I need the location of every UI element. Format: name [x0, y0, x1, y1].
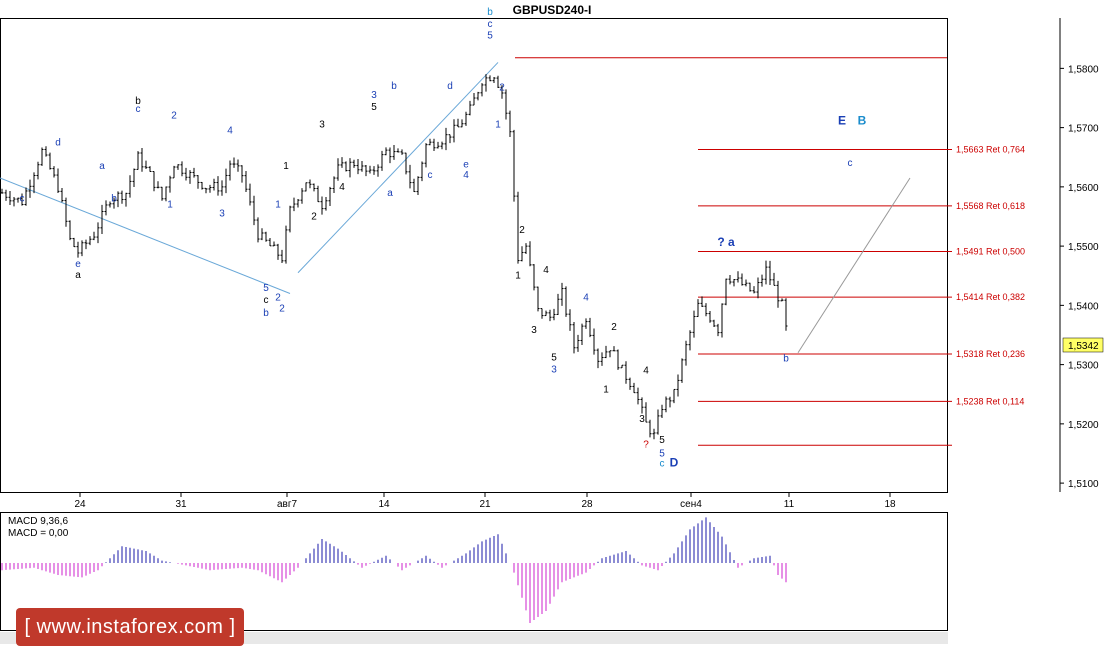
wave-label: 2 [171, 111, 177, 122]
wave-label: 4 [583, 293, 589, 304]
wave-label: ? [643, 440, 649, 451]
wave-label: d [447, 81, 453, 92]
wave-label: d [55, 137, 61, 148]
x-tick-label: 24 [74, 499, 86, 510]
wave-label: 4 [543, 265, 549, 276]
wave-label: 3 [551, 364, 557, 375]
fib-label: 1,5491 Ret 0,500 [956, 246, 1025, 256]
x-tick-label: 28 [581, 499, 593, 510]
macd-name: MACD 9,36,6 [8, 516, 68, 527]
wave-label: b [263, 308, 269, 319]
instaforex-watermark: [ www.instaforex.com ] [16, 608, 244, 646]
wave-label: b [487, 7, 493, 18]
wave-label: a [75, 270, 81, 281]
wave-label: E [838, 114, 846, 128]
fib-label: 1,5663 Ret 0,764 [956, 145, 1025, 155]
wave-label: 4 [463, 170, 469, 181]
wave-label: b [111, 194, 117, 205]
macd-value: MACD = 0,00 [8, 528, 69, 539]
y-tick-label: 1,5100 [1068, 479, 1099, 490]
wave-label: a [99, 161, 105, 172]
fib-label: 1,5414 Ret 0,382 [956, 292, 1025, 302]
y-tick-label: 1,5200 [1068, 420, 1099, 431]
wave-label: c [660, 459, 665, 470]
x-tick-label: 14 [378, 499, 390, 510]
x-tick-label: 11 [784, 499, 795, 510]
wave-label: 2 [275, 293, 281, 304]
wave-label: 5 [371, 102, 377, 113]
current-price-value: 1,5342 [1068, 341, 1099, 352]
wave-label: 5 [551, 352, 557, 363]
x-axis: 24 31 авг7 14 21 28 сен4 11 18 [74, 492, 896, 510]
chart-canvas: GBPUSD240-I 1,5663 Ret 0,764 1,5568 Ret 0… [0, 3, 1104, 644]
x-tick-label: 31 [175, 499, 187, 510]
wave-label: c [428, 170, 433, 181]
x-tick-label: 21 [479, 499, 491, 510]
wave-label: ? a [717, 235, 735, 249]
wave-label: 2 [311, 211, 317, 222]
y-tick-label: 1,5600 [1068, 183, 1099, 194]
fib-label: 1,5318 Ret 0,236 [956, 349, 1025, 359]
wave-label: b [783, 354, 789, 365]
y-tick-label: 1,5300 [1068, 361, 1099, 372]
price-panel [0, 18, 948, 493]
wave-label: 2 [279, 303, 285, 314]
wave-label: B [858, 114, 867, 128]
wave-label: 4 [227, 126, 233, 137]
wave-label: 3 [531, 325, 537, 336]
wave-label: a [387, 188, 393, 199]
wave-label: 4 [339, 182, 345, 193]
x-tick-label: авг7 [277, 499, 298, 510]
wave-label: 3 [639, 414, 645, 425]
wave-label: 1 [515, 271, 521, 282]
fib-label: 1,5568 Ret 0,618 [956, 201, 1025, 211]
wave-label: 3 [319, 120, 325, 131]
wave-label: 5 [263, 283, 269, 294]
wave-label: 1 [275, 200, 281, 211]
y-tick-label: 1,5500 [1068, 242, 1099, 253]
wave-label: e [463, 159, 469, 170]
wave-label: 2 [499, 82, 505, 93]
y-tick-label: 1,5400 [1068, 301, 1099, 312]
y-axis: 1,5800 1,5700 1,5600 1,5500 1,5400 1,5300 1,52… [1059, 18, 1099, 492]
wave-label: c [20, 194, 25, 205]
wave-label: 1 [495, 120, 501, 131]
wave-label: 4 [643, 366, 649, 377]
wave-label: 2 [519, 225, 525, 236]
wave-label: 2 [611, 322, 617, 333]
wave-label: 3 [371, 90, 377, 101]
wave-label: 5 [659, 435, 665, 446]
wave-label: 3 [219, 208, 225, 219]
chart-title: GBPUSD240-I [513, 3, 592, 17]
wave-label: c [488, 19, 493, 30]
fib-label: 1,5238 Ret 0,114 [956, 396, 1024, 406]
wave-label: 1 [167, 200, 173, 211]
wave-label: D [670, 456, 679, 470]
wave-label: 1 [283, 161, 289, 172]
y-tick-label: 1,5700 [1068, 124, 1099, 135]
wave-label: c [136, 104, 141, 115]
wave-label: 5 [487, 31, 493, 42]
wave-label: c [848, 158, 853, 169]
wave-label: b [391, 81, 397, 92]
wave-label: 1 [603, 384, 609, 395]
x-tick-label: 18 [884, 499, 896, 510]
y-tick-label: 1,5800 [1068, 64, 1099, 75]
wave-label: c [264, 295, 269, 306]
wave-label: e [75, 259, 81, 270]
x-tick-label: сен4 [680, 499, 702, 510]
